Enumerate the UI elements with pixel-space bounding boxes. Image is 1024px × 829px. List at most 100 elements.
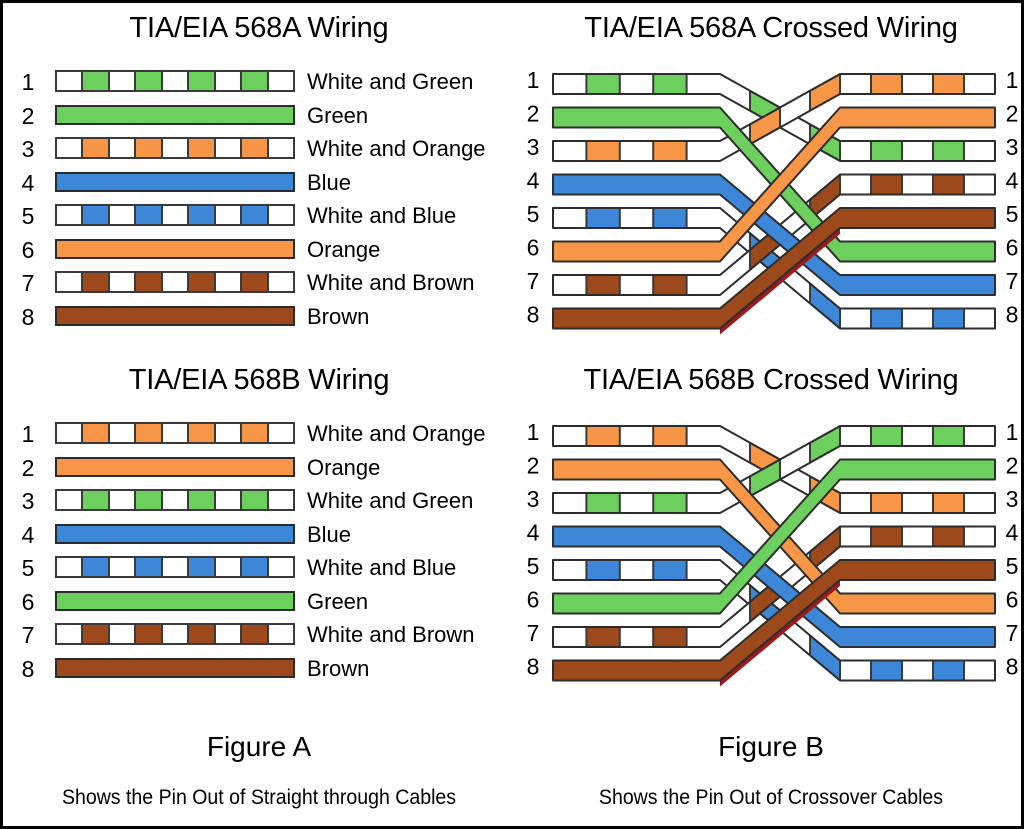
left-pin-number: 5: [527, 201, 540, 227]
wire-gap: [162, 206, 188, 224]
pin-number: 5: [21, 555, 35, 581]
wire-color-label: White and Green: [307, 488, 474, 513]
solid-wire: [55, 657, 295, 678]
solid-wire: [55, 305, 295, 326]
wire-gap: [268, 139, 293, 157]
wire-stripe: [81, 139, 110, 157]
wire-color-label: Green: [307, 588, 369, 614]
wire-gap: [57, 206, 82, 224]
pin-number: 6: [21, 236, 35, 263]
striped-wire: [55, 271, 295, 293]
wire-stripe: [240, 558, 269, 576]
pin-row: 1 White and Green: [3, 69, 515, 95]
pin-row: 3 White and Orange: [3, 136, 515, 162]
panel-568a-title: TIA/EIA 568A Wiring: [129, 12, 389, 44]
striped-wire: [55, 204, 295, 226]
right-pin-number: 3: [1006, 486, 1019, 512]
right-pin-number: 2: [1006, 101, 1019, 127]
wire-stripe: [134, 558, 163, 576]
right-pin-number: 3: [1006, 134, 1019, 160]
wire-gap: [215, 424, 241, 442]
wire-gap: [268, 424, 293, 442]
pin-row: 2 Orange: [3, 455, 515, 481]
left-pin-number: 5: [527, 553, 540, 579]
solid-wire: [55, 590, 295, 611]
wire-gap: [109, 273, 135, 291]
figure-a-description: Shows the Pin Out of Straight through Ca…: [61, 786, 457, 809]
pin-number: 8: [21, 303, 35, 330]
wire-stripe: [240, 491, 269, 509]
left-pin-number: 7: [527, 268, 540, 294]
wire-gap: [268, 491, 293, 509]
pin-row: 4 Blue: [3, 522, 515, 548]
wire-stripe: [81, 625, 110, 643]
wire-gap: [215, 206, 241, 224]
wire-stripe: [81, 424, 110, 442]
wire-color-label: White and Brown: [307, 622, 475, 647]
right-pin-number: 4: [1006, 520, 1019, 546]
left-pin-number: 4: [527, 168, 540, 194]
wire-gap: [268, 625, 293, 643]
pin-number: 5: [21, 203, 35, 229]
left-pin-number: 4: [527, 520, 540, 546]
striped-wire: [55, 556, 295, 578]
wire-color-label: White and Blue: [307, 555, 457, 580]
pin-row: 8 Brown: [3, 656, 515, 682]
pin-row: 6 Green: [3, 589, 515, 615]
wire-gap: [162, 625, 188, 643]
wire-gap: [215, 72, 241, 90]
figure-a-title: Figure A: [206, 731, 312, 762]
wire-color-label: Brown: [307, 655, 370, 681]
striped-wire: [55, 623, 295, 645]
pin-number: 8: [21, 655, 35, 682]
wire-color-label: White and Blue: [307, 203, 457, 228]
right-pin-number: 8: [1006, 654, 1019, 680]
left-pin-number: 8: [527, 654, 540, 680]
wire-color-label: Blue: [307, 521, 352, 547]
pin-number: 4: [21, 169, 35, 196]
wire-gap: [57, 625, 82, 643]
wiring-diagram-page: TIA/EIA 568A Wiring 1 White and Green 2 Gre…: [0, 0, 1024, 829]
left-pin-number: 2: [527, 453, 540, 479]
wire-stripe: [81, 206, 110, 224]
wire-stripe: [81, 558, 110, 576]
crossed-wiring-graphic-568a: 1 2 3 4 5 6 7 8 1 2 3 4 5 6 7 8: [527, 67, 1019, 335]
left-pin-number: 1: [527, 419, 540, 445]
pin-row: 3 White and Green: [3, 488, 515, 514]
wire-stripe: [187, 139, 216, 157]
solid-wire: [55, 238, 295, 259]
pin-number: 4: [21, 521, 35, 548]
wire-stripe: [134, 424, 163, 442]
wire-gap: [268, 273, 293, 291]
wire-gap: [215, 139, 241, 157]
right-pin-number: 6: [1006, 235, 1019, 261]
panel-568b-wiring: TIA/EIA 568B Wiring 1 White and Orange 2 Or…: [3, 363, 515, 703]
wire-gap: [57, 558, 82, 576]
panel-568a-crossed: TIA/EIA 568A Crossed Wiring 123456781234…: [515, 11, 1021, 351]
pin-row: 8 Brown: [3, 304, 515, 330]
left-pin-number: 6: [527, 587, 540, 613]
wire-gap: [162, 139, 188, 157]
pin-number: 7: [21, 622, 35, 648]
wire-stripe: [81, 491, 110, 509]
pin-number: 2: [21, 454, 35, 481]
wire-gap: [215, 558, 241, 576]
right-pin-number: 5: [1006, 553, 1019, 579]
wire-gap: [57, 273, 82, 291]
pin-row: 2 Green: [3, 103, 515, 129]
wire-stripe: [187, 491, 216, 509]
wire-gap: [162, 273, 188, 291]
striped-wire: [55, 70, 295, 92]
right-pin-number: 2: [1006, 453, 1019, 479]
crossed-wiring-graphic-568b: 1 2 3 4 5 6 7 8 1 2 3 4 5 6 7 8: [527, 419, 1019, 687]
wire-color-label: White and Green: [307, 69, 474, 94]
wire-gap: [57, 72, 82, 90]
wire-stripe: [240, 72, 269, 90]
right-pin-number: 5: [1006, 201, 1019, 227]
pin-number: 1: [21, 421, 35, 447]
wire-stripe: [240, 273, 269, 291]
pin-row: 7 White and Brown: [3, 622, 515, 648]
right-pin-number: 7: [1006, 620, 1019, 646]
wire-gap: [109, 139, 135, 157]
pin-number: 1: [21, 69, 35, 95]
